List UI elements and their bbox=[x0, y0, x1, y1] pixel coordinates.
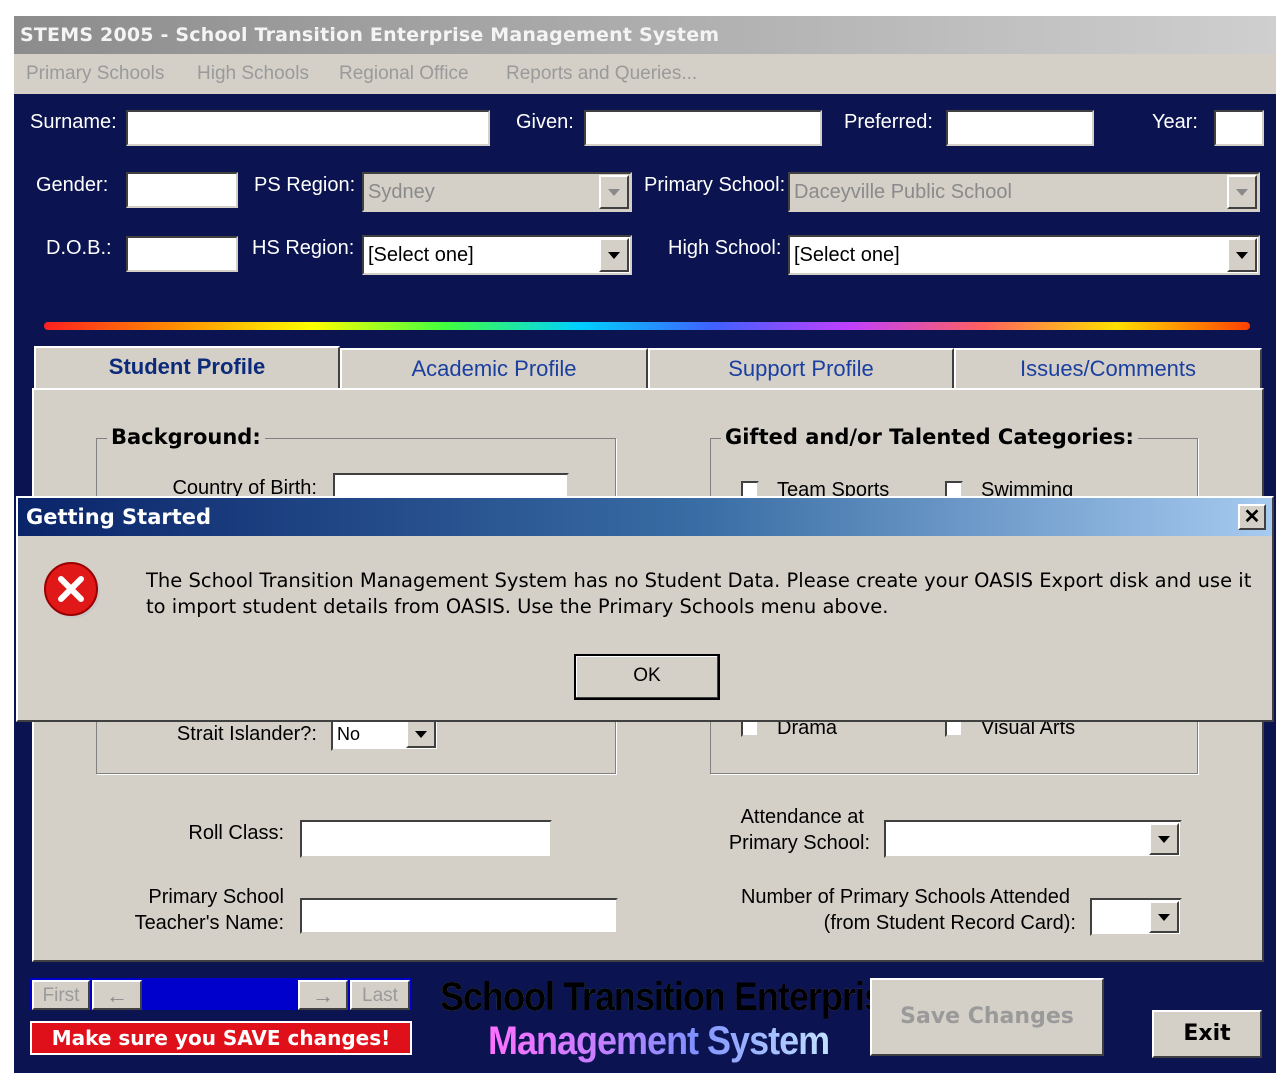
window-title: STEMS 2005 - School Transition Enterpris… bbox=[14, 16, 1276, 54]
primary-school-select[interactable]: Daceyville Public School bbox=[788, 172, 1260, 212]
surname-label: Surname: bbox=[30, 111, 117, 133]
preferred-label: Preferred: bbox=[844, 111, 933, 133]
exit-button[interactable]: Exit bbox=[1152, 1010, 1262, 1058]
chevron-down-icon[interactable] bbox=[1227, 238, 1257, 272]
chevron-down-icon[interactable] bbox=[406, 720, 436, 748]
tab-academic-profile[interactable]: Academic Profile bbox=[340, 348, 648, 388]
ps-region-select[interactable]: Sydney bbox=[362, 172, 632, 212]
gender-label: Gender: bbox=[36, 174, 109, 196]
high-school-label: High School: bbox=[668, 237, 782, 259]
menu-primary-schools[interactable]: Primary Schools bbox=[26, 54, 164, 94]
given-label: Given: bbox=[516, 111, 574, 133]
given-input[interactable] bbox=[584, 110, 822, 146]
chevron-down-icon[interactable] bbox=[1227, 175, 1257, 209]
dialog-title: Getting Started bbox=[18, 498, 1272, 536]
chevron-down-icon[interactable] bbox=[1149, 823, 1179, 855]
primary-school-label: Primary School: bbox=[644, 174, 786, 196]
year-label: Year: bbox=[1152, 111, 1198, 133]
teacher-name-input[interactable] bbox=[300, 898, 618, 934]
surname-input[interactable] bbox=[126, 110, 490, 146]
ps-region-label: PS Region: bbox=[254, 174, 356, 196]
strait-islander-select[interactable]: No bbox=[331, 717, 439, 751]
hs-region-select[interactable]: [Select one] bbox=[362, 235, 632, 275]
tab-issues-comments[interactable]: Issues/Comments bbox=[954, 348, 1262, 388]
chevron-down-icon[interactable] bbox=[599, 175, 629, 209]
logo-line1-text: School Transition Enterprise bbox=[440, 973, 903, 1019]
attendance-select[interactable] bbox=[884, 820, 1182, 858]
logo-line2-text: Management System bbox=[488, 1017, 830, 1063]
hs-region-value: [Select one] bbox=[368, 244, 474, 266]
next-arrow-icon[interactable]: → bbox=[298, 980, 348, 1010]
save-changes-button[interactable]: Save Changes bbox=[870, 978, 1104, 1056]
gifted-title: Gifted and/or Talented Categories: bbox=[721, 425, 1138, 449]
first-button[interactable]: First bbox=[32, 980, 90, 1010]
getting-started-dialog: Getting Started ✕ The School Transition … bbox=[16, 496, 1274, 722]
num-schools-label-line2: (from Student Record Card): bbox=[823, 912, 1076, 934]
rainbow-divider bbox=[44, 322, 1250, 330]
tab-student-profile[interactable]: Student Profile bbox=[34, 346, 340, 392]
teacher-label-line2: Teacher's Name: bbox=[134, 912, 284, 934]
save-reminder-banner: Make sure you SAVE changes! bbox=[30, 1021, 412, 1055]
chevron-down-icon[interactable] bbox=[1149, 901, 1179, 933]
background-title: Background: bbox=[107, 425, 265, 449]
logo-line2: Management System bbox=[488, 1017, 830, 1064]
roll-class-input[interactable] bbox=[300, 820, 552, 858]
roll-class-label: Roll Class: bbox=[188, 822, 284, 844]
gender-input[interactable] bbox=[126, 172, 238, 208]
strait-islander-label: Strait Islander?: bbox=[176, 723, 317, 745]
strait-islander-value: No bbox=[337, 724, 361, 744]
primary-school-value: Daceyville Public School bbox=[794, 181, 1012, 203]
preferred-input[interactable] bbox=[946, 110, 1094, 146]
menu-reports-queries[interactable]: Reports and Queries... bbox=[506, 54, 697, 94]
year-input[interactable] bbox=[1214, 110, 1264, 146]
attendance-label-line2: Primary School: bbox=[728, 832, 870, 854]
close-icon[interactable]: ✕ bbox=[1238, 504, 1266, 530]
high-school-value: [Select one] bbox=[794, 244, 900, 266]
error-icon bbox=[44, 562, 100, 618]
dob-input[interactable] bbox=[126, 236, 238, 272]
high-school-select[interactable]: [Select one] bbox=[788, 235, 1260, 275]
teacher-label-line1: Primary School bbox=[148, 886, 284, 908]
previous-arrow-icon[interactable]: ← bbox=[92, 980, 142, 1010]
ps-region-value: Sydney bbox=[368, 181, 435, 203]
logo-line1: School Transition Enterprise bbox=[440, 973, 903, 1020]
menu-high-schools[interactable]: High Schools bbox=[197, 54, 309, 94]
ok-button[interactable]: OK bbox=[574, 654, 720, 700]
hs-region-label: HS Region: bbox=[252, 237, 355, 259]
num-schools-label-line1: Number of Primary Schools Attended bbox=[740, 886, 1070, 908]
dob-label: D.O.B.: bbox=[46, 237, 112, 259]
num-schools-select[interactable] bbox=[1090, 898, 1182, 936]
tab-support-profile[interactable]: Support Profile bbox=[648, 348, 954, 388]
attendance-label-line1: Attendance at bbox=[740, 806, 864, 828]
dialog-message: The School Transition Management System … bbox=[146, 569, 1252, 618]
last-button[interactable]: Last bbox=[350, 980, 410, 1010]
chevron-down-icon[interactable] bbox=[599, 238, 629, 272]
menu-bar: Primary Schools High Schools Regional Of… bbox=[14, 54, 1276, 94]
menu-regional-office[interactable]: Regional Office bbox=[339, 54, 469, 94]
